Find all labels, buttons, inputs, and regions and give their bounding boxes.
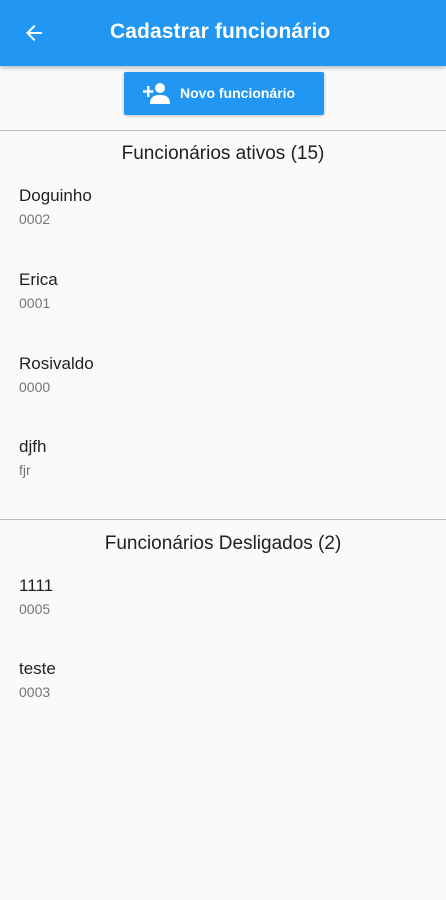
divider: [0, 130, 446, 131]
employee-name: 1111: [19, 576, 54, 595]
dismissed-section-title: Funcionários Desligados (2): [104, 533, 342, 554]
app-bar: Cadastrar funcionário: [0, 0, 446, 66]
back-button[interactable]: [18, 17, 50, 49]
arrow-left-icon: [26, 25, 42, 41]
employee-code: 0005: [19, 601, 51, 617]
employee-list-item[interactable]: djfh fjr: [0, 437, 446, 507]
employee-list-item[interactable]: Erica 0001: [0, 270, 446, 340]
divider: [0, 519, 446, 520]
employee-name: Doguinho: [19, 186, 92, 205]
employee-name: djfh: [19, 437, 47, 456]
employee-code: 0002: [19, 211, 51, 227]
new-employee-button[interactable]: Novo funcionário: [124, 72, 324, 115]
employee-name: Erica: [19, 270, 58, 289]
employee-code: 0000: [19, 379, 51, 395]
employee-list-item[interactable]: 1111 0005: [0, 576, 446, 646]
employee-name: teste: [19, 659, 56, 678]
person-add-icon: [143, 83, 170, 104]
employee-code: fjr: [19, 462, 31, 478]
employee-code: 0003: [19, 684, 51, 700]
employee-code: 0001: [19, 295, 51, 311]
employee-list-item[interactable]: teste 0003: [0, 659, 446, 729]
employee-list-item[interactable]: Doguinho 0002: [0, 186, 446, 256]
active-section-title: Funcionários ativos (15): [121, 143, 325, 164]
employee-name: Rosivaldo: [19, 354, 94, 373]
page-title: Cadastrar funcionário: [110, 20, 331, 43]
new-employee-label: Novo funcionário: [180, 85, 296, 101]
employee-list-item[interactable]: Rosivaldo 0000: [0, 354, 446, 424]
